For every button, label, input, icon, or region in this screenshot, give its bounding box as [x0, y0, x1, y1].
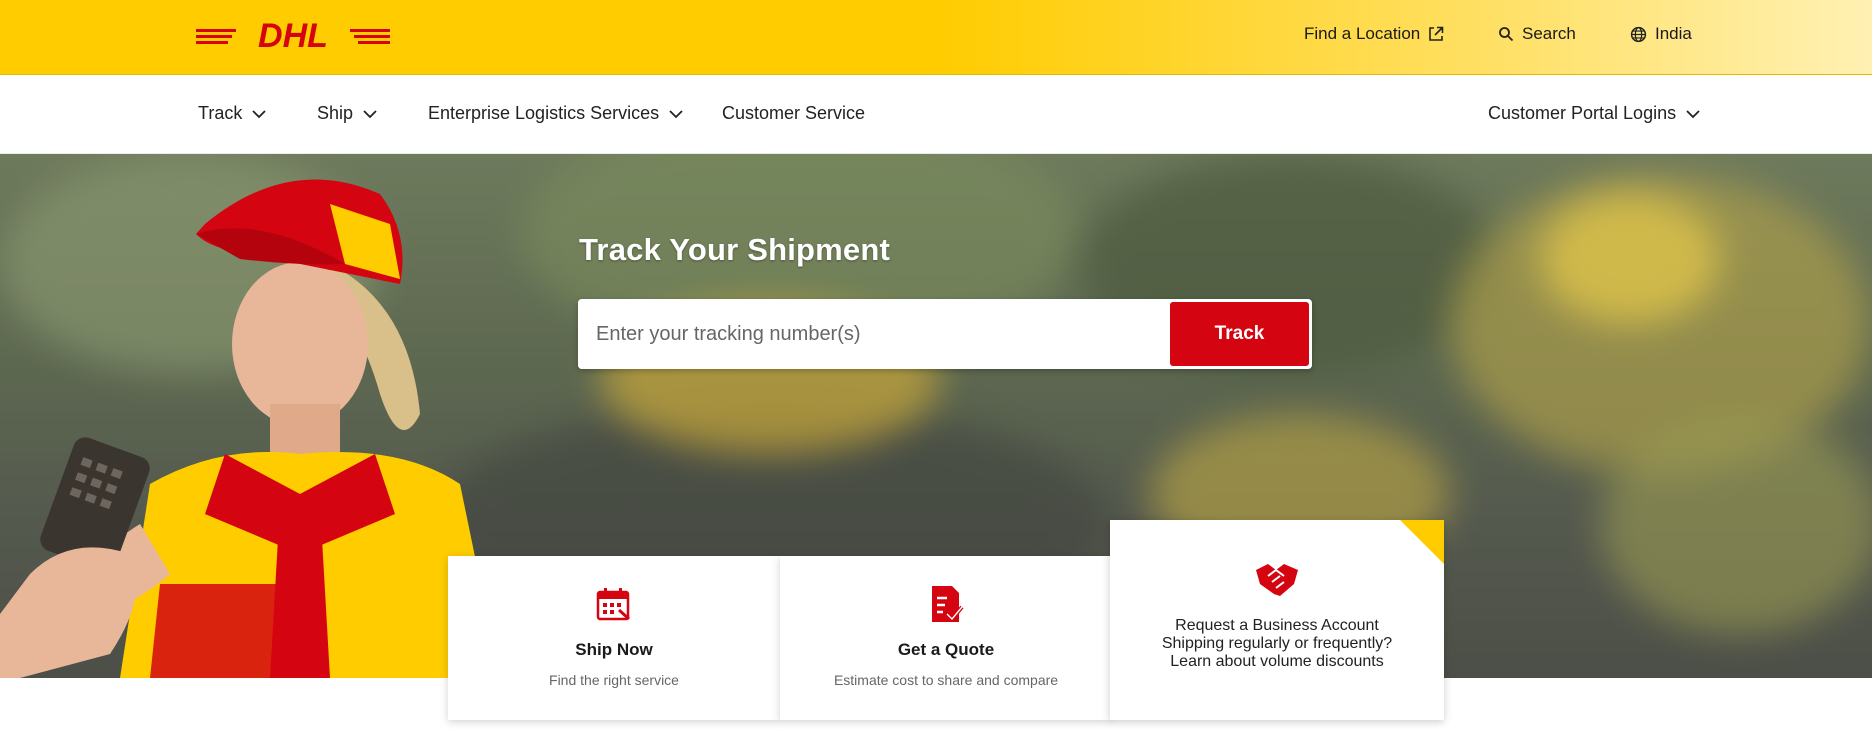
request-business-account-title: Request a Business Account: [1175, 617, 1379, 634]
top-bar: DHL Find a Location Search India: [0, 0, 1872, 75]
request-business-account-subtitle: Shipping regularly or frequently? Learn …: [1161, 635, 1393, 670]
nav-item-label: Track: [198, 103, 243, 123]
tracking-form: Track: [578, 299, 1312, 369]
nav-item-label: Customer Portal Logins: [1488, 103, 1677, 123]
country-label: India: [1655, 24, 1692, 43]
nav-item-customer-portal-logins[interactable]: Customer Portal Logins: [1488, 103, 1702, 124]
ship-now-subtitle: Find the right service: [549, 672, 679, 688]
globe-icon: [1630, 26, 1647, 42]
hero-bg-shape: [1540, 194, 1720, 324]
get-a-quote-subtitle: Estimate cost to share and compare: [833, 672, 1059, 688]
nav-item-label: Customer Service: [722, 103, 866, 123]
search-icon: [1499, 27, 1514, 42]
find-location-link[interactable]: Find a Location: [1304, 24, 1444, 44]
tracking-number-input[interactable]: [578, 299, 1168, 369]
ship-now-card[interactable]: Ship Now Find the right service: [448, 556, 780, 720]
get-a-quote-card[interactable]: Get a Quote Estimate cost to share and c…: [780, 556, 1112, 720]
search-link[interactable]: Search: [1498, 24, 1576, 44]
nav-item-label: Ship: [317, 103, 354, 123]
card-corner-accent: [1400, 520, 1444, 564]
search-label: Search: [1522, 24, 1576, 43]
handshake-icon: [1256, 564, 1298, 596]
chevron-down-icon: [1686, 109, 1700, 118]
get-a-quote-title: Get a Quote: [897, 640, 995, 659]
nav-item-ship[interactable]: Ship: [317, 103, 379, 124]
nav-item-customer-service[interactable]: Customer Service: [722, 103, 865, 124]
ship-now-title: Ship Now: [575, 640, 653, 659]
find-location-label: Find a Location: [1304, 24, 1421, 43]
quote-document-icon: [932, 586, 964, 622]
chevron-down-icon: [669, 109, 683, 118]
dhl-logo-text: DHL: [258, 18, 328, 54]
nav-item-track[interactable]: Track: [198, 103, 268, 124]
external-link-icon: [1429, 26, 1444, 41]
country-selector[interactable]: India: [1630, 24, 1692, 44]
dhl-logo[interactable]: DHL: [196, 17, 390, 55]
hero-title: Track Your Shipment: [579, 232, 891, 267]
request-business-account-card[interactable]: Request a Business Account Shipping regu…: [1110, 520, 1444, 720]
nav-item-enterprise-logistics[interactable]: Enterprise Logistics Services: [428, 103, 685, 124]
chevron-down-icon: [363, 109, 377, 118]
chevron-down-icon: [252, 109, 266, 118]
calendar-icon: [596, 588, 631, 621]
main-nav: Track Ship Enterprise Logistics Services…: [0, 75, 1872, 154]
courier-illustration: [0, 179, 500, 678]
hero-bg-shape: [1600, 414, 1872, 634]
track-button[interactable]: Track: [1170, 302, 1309, 366]
nav-item-label: Enterprise Logistics Services: [428, 103, 660, 123]
